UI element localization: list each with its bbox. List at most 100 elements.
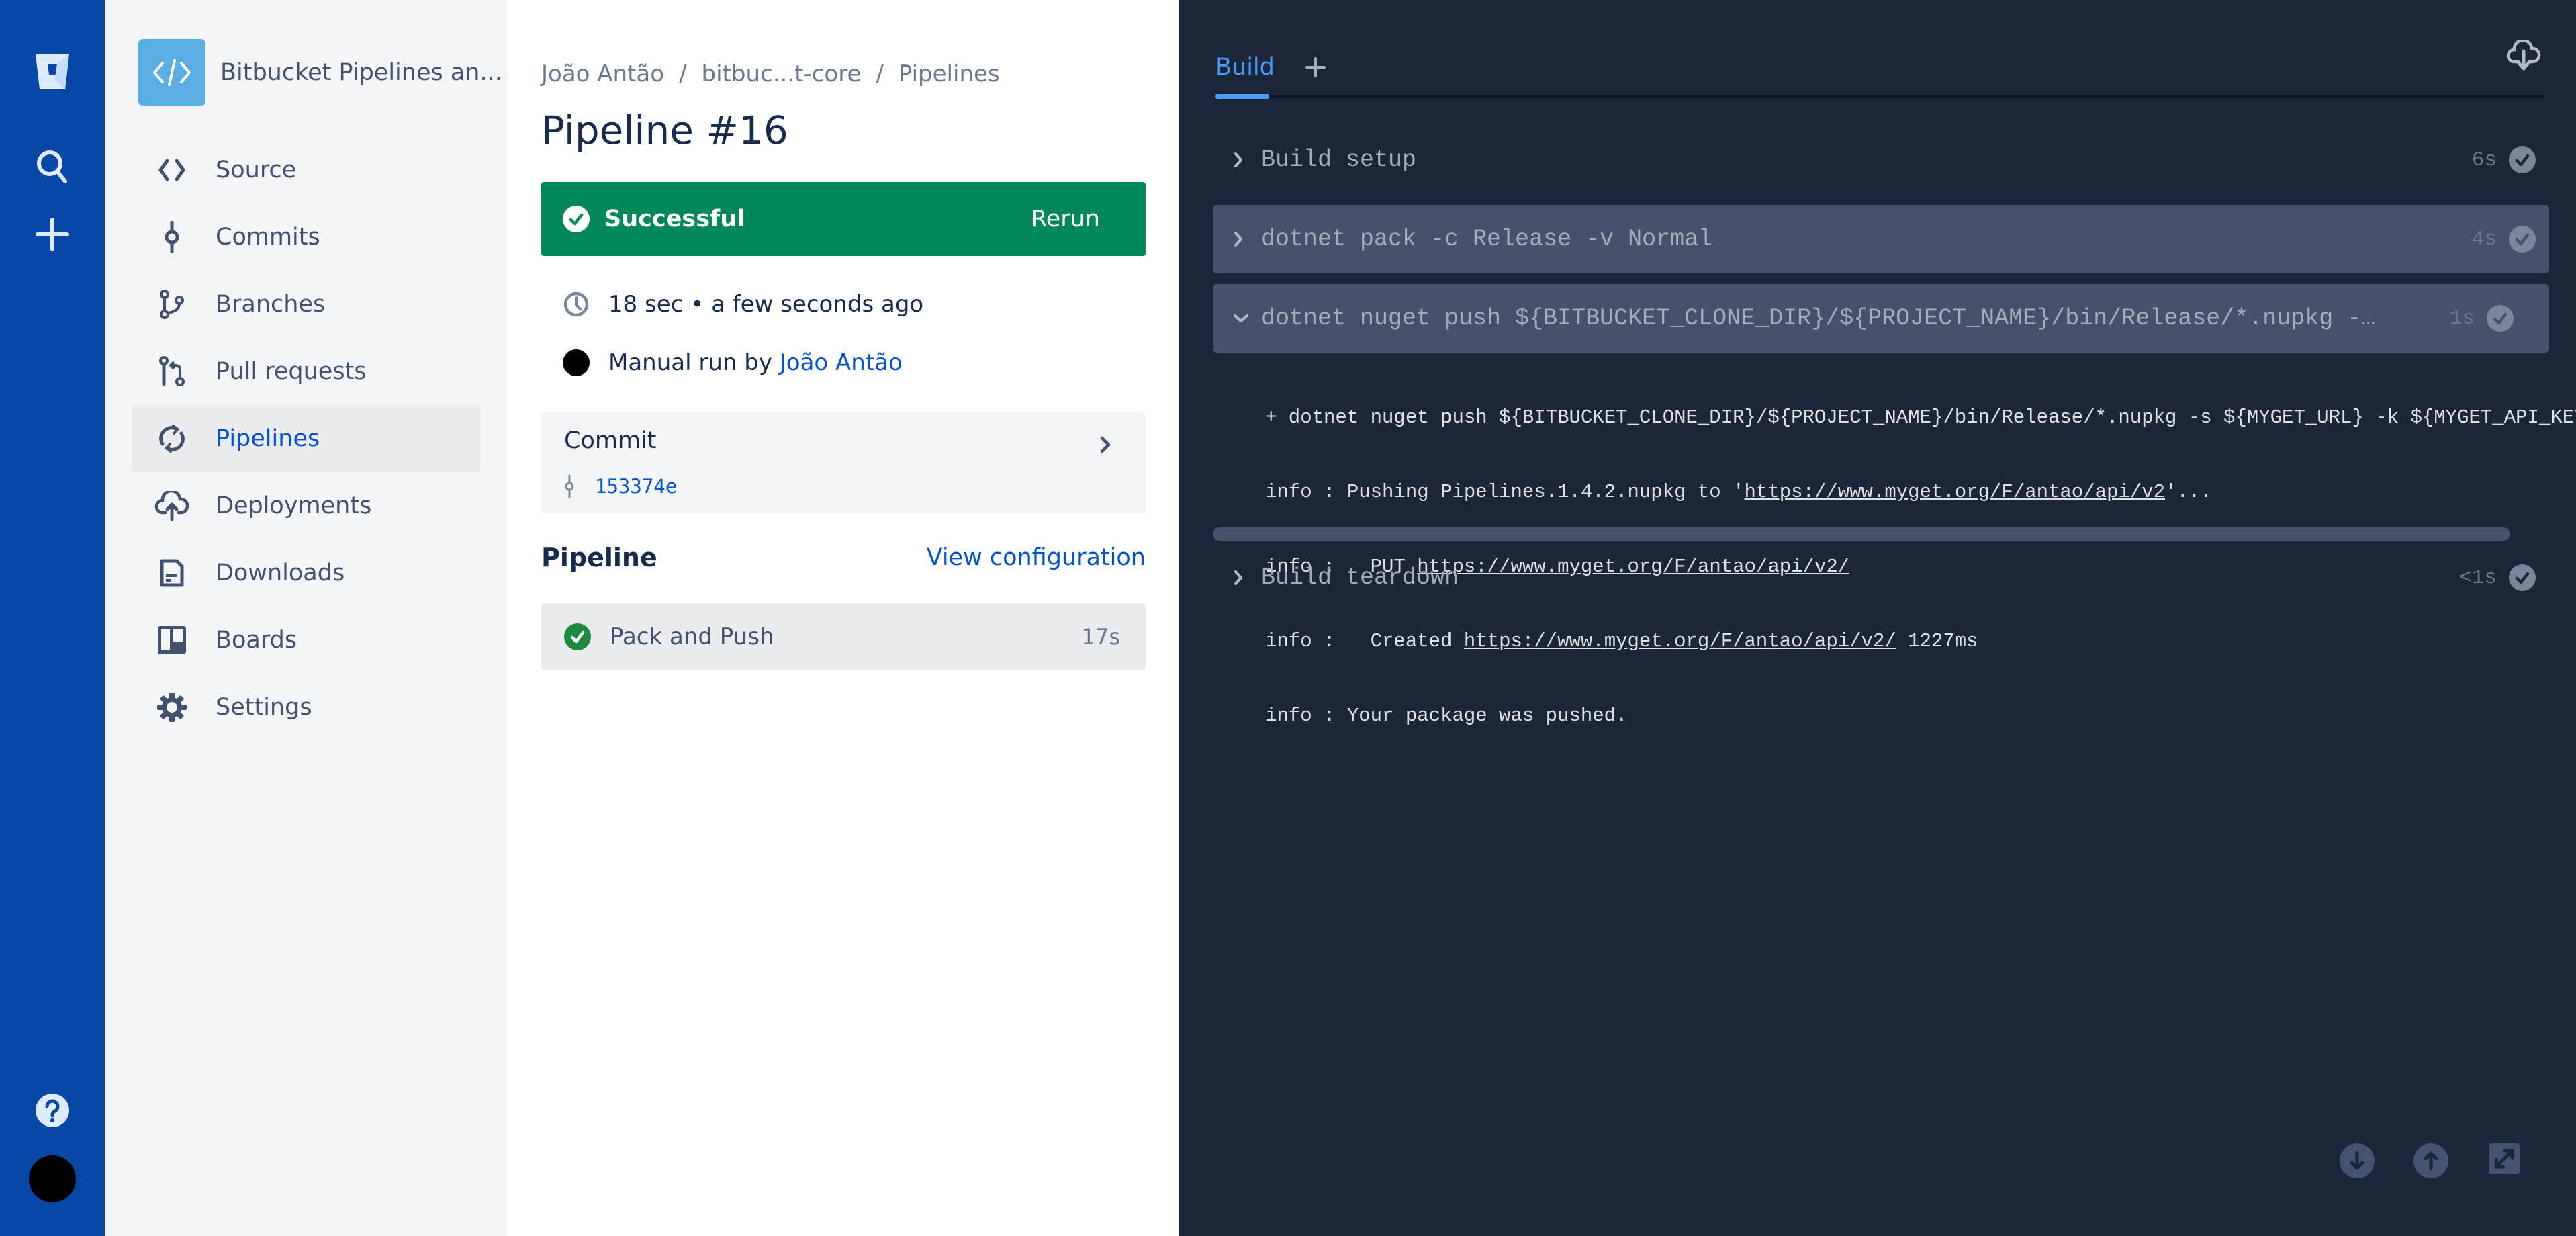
sidebar-item-pipelines[interactable]: Pipelines <box>132 405 481 472</box>
step-duration: 4s <box>2471 227 2497 251</box>
step-name: dotnet nuget push ${BITBUCKET_CLONE_DIR}… <box>1261 305 2376 332</box>
pipeline-step[interactable]: Pack and Push 17s <box>541 603 1146 670</box>
chevron-right-icon[interactable] <box>1099 435 1112 454</box>
log-text: 1227ms <box>1896 630 1978 652</box>
commit-hash-link[interactable]: 153374e <box>595 475 677 498</box>
chevron-down-icon <box>1234 314 1248 322</box>
step-success-icon <box>2509 146 2536 173</box>
duration-text: 18 sec • a few seconds ago <box>608 291 924 318</box>
tab-track <box>1215 95 2545 98</box>
chevron-right-icon <box>1234 570 1242 585</box>
log-text: info : Created <box>1265 630 1464 652</box>
pipelines-icon <box>132 424 212 453</box>
help-icon[interactable] <box>0 1094 105 1127</box>
commit-icon <box>132 221 212 253</box>
log-step-build-teardown[interactable]: Build teardown <1s <box>1213 543 2549 612</box>
commit-icon <box>565 474 574 498</box>
log-line: info : Your package was pushed. <box>1265 705 1628 727</box>
sidebar-item-pull-requests[interactable]: Pull requests <box>132 338 481 405</box>
project-sidebar: Bitbucket Pipelines an... Source Commits… <box>105 0 508 1236</box>
log-link[interactable]: https://www.myget.org/F/antao/api/v2 <box>1745 481 2166 503</box>
pipeline-details-panel: João Antão / bitbuc...t-core / Pipelines Pip… <box>508 0 1179 1236</box>
trigger-user-avatar <box>563 349 590 376</box>
code-icon <box>153 59 191 86</box>
project-header[interactable]: Bitbucket Pipelines an... <box>138 39 502 106</box>
breadcrumb-item[interactable]: bitbuc...t-core <box>702 60 862 87</box>
step-duration: 17s <box>1081 624 1120 650</box>
pipeline-section-header: Pipeline View configuration <box>541 543 1146 572</box>
sidebar-item-label: Settings <box>216 694 312 721</box>
scroll-to-top-icon[interactable] <box>2413 1143 2448 1178</box>
boards-icon <box>132 625 212 655</box>
breadcrumb-item[interactable]: Pipelines <box>899 60 1000 87</box>
breadcrumb-separator: / <box>876 60 884 87</box>
step-success-icon <box>2509 226 2536 253</box>
log-step-dotnet-pack[interactable]: dotnet pack -c Release -v Normal 4s <box>1213 205 2549 273</box>
sidebar-item-source[interactable]: Source <box>132 136 481 204</box>
step-success-icon <box>2509 564 2536 591</box>
success-check-icon <box>564 623 591 650</box>
chevron-right-icon <box>1234 232 1242 247</box>
sidebar-item-label: Boards <box>216 627 297 654</box>
source-icon <box>132 159 212 181</box>
bitbucket-logo-icon[interactable] <box>0 48 105 95</box>
log-tabs: Build <box>1215 54 1326 81</box>
project-avatar <box>138 39 205 106</box>
download-log-icon[interactable] <box>2506 40 2541 73</box>
sidebar-item-settings[interactable]: Settings <box>132 674 481 741</box>
view-configuration-link[interactable]: View configuration <box>927 544 1146 571</box>
tab-build[interactable]: Build <box>1215 54 1275 81</box>
scroll-to-bottom-icon[interactable] <box>2340 1143 2375 1178</box>
trigger-row: Manual run by João Antão <box>563 349 903 376</box>
deployments-icon <box>132 491 212 521</box>
step-duration: <1s <box>2459 566 2497 590</box>
clock-icon <box>563 292 589 317</box>
step-name: dotnet pack -c Release -v Normal <box>1261 226 1713 253</box>
add-tab-icon[interactable] <box>1305 57 1326 77</box>
active-tab-indicator <box>1215 94 1269 99</box>
step-duration: 1s <box>2450 306 2475 330</box>
expand-log-icon[interactable] <box>2489 1143 2520 1174</box>
log-step-build-setup[interactable]: Build setup 6s <box>1213 126 2549 194</box>
commit-card[interactable]: Commit 153374e <box>541 412 1146 513</box>
commit-heading: Commit <box>564 427 657 454</box>
breadcrumb-item[interactable]: João Antão <box>541 60 664 87</box>
chevron-right-icon <box>1234 152 1242 167</box>
sidebar-item-deployments[interactable]: Deployments <box>132 472 481 539</box>
sidebar-item-downloads[interactable]: Downloads <box>132 539 481 607</box>
sidebar-item-label: Deployments <box>216 492 372 519</box>
duration-row: 18 sec • a few seconds ago <box>563 291 923 318</box>
sidebar-item-label: Commits <box>216 224 320 251</box>
step-name: Build teardown <box>1261 564 1459 591</box>
branch-icon <box>132 290 212 319</box>
sidebar-item-label: Downloads <box>216 560 345 586</box>
log-line: + dotnet nuget push ${BITBUCKET_CLONE_DI… <box>1265 406 2576 429</box>
pipeline-heading: Pipeline <box>541 543 657 572</box>
breadcrumb: João Antão / bitbuc...t-core / Pipelines <box>541 60 1000 87</box>
sidebar-item-commits[interactable]: Commits <box>132 204 481 271</box>
horizontal-scrollbar[interactable] <box>1213 527 2510 541</box>
sidebar-item-branches[interactable]: Branches <box>132 271 481 338</box>
step-duration: 6s <box>2471 148 2497 172</box>
trigger-user-link[interactable]: João Antão <box>780 349 903 376</box>
sidebar-item-boards[interactable]: Boards <box>132 607 481 674</box>
trigger-prefix: Manual run by <box>608 349 780 376</box>
search-icon[interactable] <box>0 149 105 185</box>
breadcrumb-separator: / <box>679 60 687 87</box>
log-step-dotnet-nuget-push[interactable]: dotnet nuget push ${BITBUCKET_CLONE_DIR}… <box>1213 284 2549 353</box>
create-icon[interactable] <box>0 218 105 251</box>
pull-request-icon <box>132 356 212 387</box>
settings-icon <box>132 693 212 722</box>
success-check-icon <box>563 206 590 232</box>
log-line: info : Created https://www.myget.org/F/a… <box>1265 626 2576 656</box>
status-label: Successful <box>604 206 745 232</box>
page-title: Pipeline #16 <box>541 107 788 153</box>
sidebar-item-label: Branches <box>216 291 326 318</box>
project-name: Bitbucket Pipelines an... <box>220 59 502 86</box>
user-avatar[interactable] <box>0 1155 105 1202</box>
global-navigation <box>0 0 105 1236</box>
step-success-icon <box>2487 305 2514 332</box>
rerun-button[interactable]: Rerun <box>1031 206 1100 232</box>
log-text: '... <box>2165 481 2212 503</box>
log-link[interactable]: https://www.myget.org/F/antao/api/v2/ <box>1464 630 1896 652</box>
